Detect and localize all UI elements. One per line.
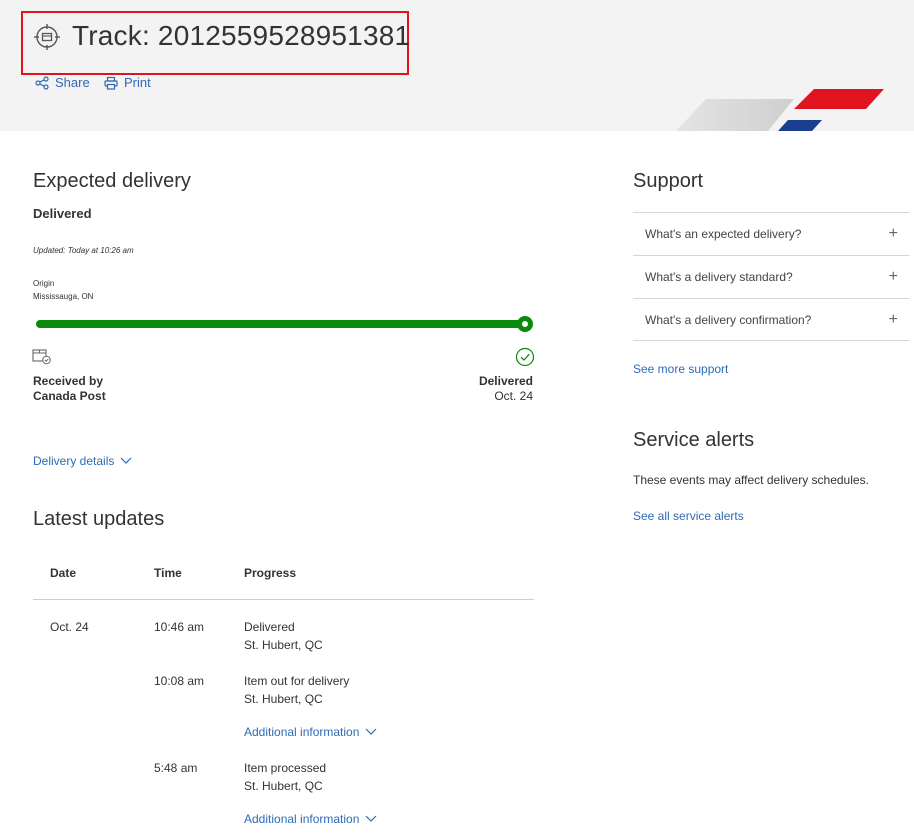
column-header-date: Date <box>50 566 77 580</box>
chevron-down-icon <box>120 457 132 464</box>
delivered-label: Delivered <box>478 374 533 388</box>
brand-stripes-graphic <box>676 89 884 131</box>
delivery-progress-bar <box>36 320 526 328</box>
row1-date: Oct. 24 <box>50 620 89 634</box>
service-alerts-description: These events may affect delivery schedul… <box>633 473 869 487</box>
plus-icon: + <box>888 268 898 285</box>
see-all-service-alerts-link[interactable]: See all service alerts <box>633 509 744 523</box>
support-item-delivery-confirmation[interactable]: What's a delivery confirmation? + <box>633 298 909 341</box>
row3-additional-info-toggle[interactable]: Additional information <box>244 812 377 826</box>
support-item-label: What's a delivery confirmation? <box>645 312 812 327</box>
row3-time: 5:48 am <box>154 761 198 775</box>
row3-additional-info-label: Additional information <box>244 812 360 826</box>
delivery-status: Delivered <box>33 206 92 221</box>
origin-label: Origin <box>33 279 55 288</box>
plus-icon: + <box>888 310 898 328</box>
delivered-date: Oct. 24 <box>494 389 533 403</box>
support-faq-list: What's an expected delivery? + What's a … <box>633 212 909 341</box>
origin-value: Mississauga, ON <box>33 292 94 301</box>
progress-end-marker <box>517 316 533 332</box>
page-title: Track: 2012559528951381 <box>72 20 411 51</box>
print-link[interactable]: Print <box>104 75 151 90</box>
table-divider <box>33 599 534 600</box>
support-heading: Support <box>633 170 704 192</box>
delivered-check-icon <box>515 347 535 367</box>
page-header: Track: 2012559528951381 Share Print <box>0 0 914 131</box>
row3-location: St. Hubert, QC <box>244 779 323 793</box>
delivery-details-label: Delivery details <box>33 454 115 468</box>
plus-icon: + <box>888 225 898 242</box>
share-label: Share <box>55 75 90 90</box>
received-label-line2: Canada Post <box>33 389 106 403</box>
row1-location: St. Hubert, QC <box>244 638 323 652</box>
support-item-delivery-standard[interactable]: What's a delivery standard? + <box>633 255 909 298</box>
share-link[interactable]: Share <box>35 75 90 90</box>
expected-delivery-heading: Expected delivery <box>33 170 191 192</box>
share-icon <box>35 75 49 90</box>
package-received-icon <box>32 349 51 365</box>
service-alerts-heading: Service alerts <box>633 429 755 451</box>
row2-additional-info-label: Additional information <box>244 725 360 739</box>
chevron-down-icon <box>365 815 377 822</box>
latest-updates-heading: Latest updates <box>33 508 165 530</box>
support-item-expected-delivery[interactable]: What's an expected delivery? + <box>633 212 909 255</box>
row2-additional-info-toggle[interactable]: Additional information <box>244 725 377 739</box>
print-label: Print <box>124 75 151 90</box>
track-target-icon <box>34 24 60 50</box>
support-item-label: What's a delivery standard? <box>645 270 793 284</box>
row2-time: 10:08 am <box>154 674 205 688</box>
row1-time: 10:46 am <box>154 620 205 634</box>
support-item-label: What's an expected delivery? <box>645 227 802 241</box>
see-more-support-link[interactable]: See more support <box>633 362 728 376</box>
row2-event: Item out for delivery <box>244 674 350 688</box>
delivery-details-toggle[interactable]: Delivery details <box>33 454 132 468</box>
updated-timestamp: Updated: Today at 10:26 am <box>33 246 134 255</box>
chevron-down-icon <box>365 728 377 735</box>
row1-event: Delivered <box>244 620 295 634</box>
column-header-time: Time <box>154 566 182 580</box>
printer-icon <box>104 76 118 90</box>
row3-event: Item processed <box>244 761 327 775</box>
received-label-line1: Received by <box>33 374 104 388</box>
column-header-progress: Progress <box>244 566 297 580</box>
row2-location: St. Hubert, QC <box>244 692 323 706</box>
